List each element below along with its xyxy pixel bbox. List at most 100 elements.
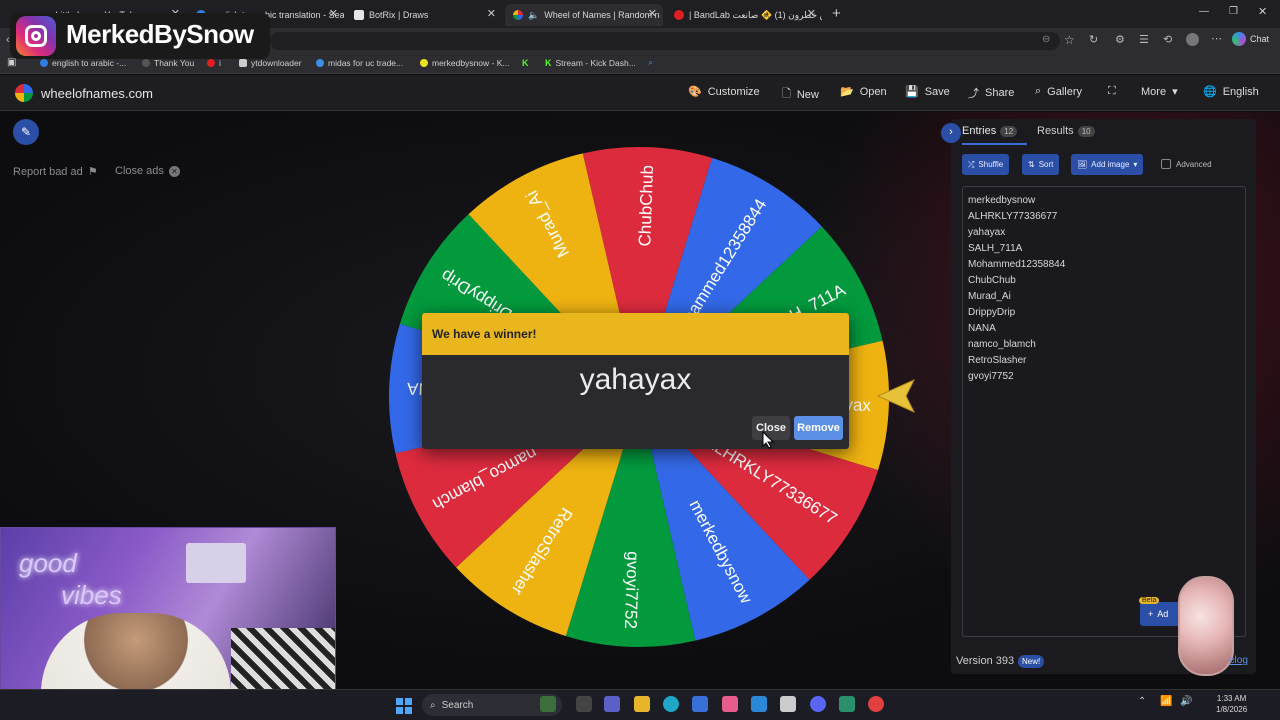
bookmark-favicon [239,59,247,67]
site-logo[interactable]: wheelofnames.com [15,84,153,102]
url-input[interactable] [270,32,1060,50]
globe-icon: 🌐 [1203,86,1217,98]
advanced-checkbox[interactable] [1161,159,1171,169]
favorites-icon[interactable]: ☰ [1139,33,1149,46]
minimize-icon[interactable]: — [1199,6,1209,17]
plus-icon: + [1148,609,1154,619]
save-icon: 💾 [905,86,919,98]
list-item: Mohammed12358844 [968,259,1066,270]
file-explorer-icon[interactable] [634,696,650,712]
collapse-panel-button[interactable]: › [941,123,961,143]
restore-icon[interactable]: ❐ [1229,6,1238,17]
close-circle-icon: ✕ [168,165,180,177]
nav-save[interactable]: 💾 Save [905,85,950,99]
network-icon[interactable]: 📶 [1160,696,1172,707]
star-icon[interactable]: ☆ [1064,33,1075,47]
list-item: gvoyi7752 [968,371,1014,382]
copilot-taskbar-icon[interactable] [751,696,767,712]
fullscreen-icon: ⛶ [1108,85,1116,97]
bookmark-item[interactable]: i [207,58,221,68]
edit-button[interactable]: ✎ [13,119,39,145]
new-file-icon: 🗋 [782,88,791,100]
bookmark-item[interactable]: K [522,58,533,68]
close-icon[interactable]: ✕ [329,7,338,20]
site-name: wheelofnames.com [41,85,153,101]
version-text: Version 393 [956,655,1015,667]
tab-wheel-of-names[interactable]: 🔈 Wheel of Names | Random n ✕ [505,4,663,26]
copilot-icon [1232,32,1246,46]
notepad-icon[interactable] [839,696,855,712]
nav-share[interactable]: ⤴ Share [968,85,1014,101]
bandlab-icon [674,10,684,20]
neon-sign-vibes: vibes [61,580,122,610]
close-window-icon[interactable]: ✕ [1258,5,1267,18]
reader-icon[interactable]: ⊖ [1042,34,1050,45]
taskbar-app-icon[interactable] [780,696,796,712]
neon-sign-good: good [19,548,77,578]
instagram-icon [16,16,56,56]
add-image-button[interactable]: 🖼 Add image ▾ [1071,154,1144,175]
nav-customize[interactable]: 🎨 Customize [688,85,760,99]
taskbar-app-icon[interactable] [868,696,884,712]
instagram-handle: MerkedBySnow [66,19,254,49]
chat-label: Chat [1250,34,1270,44]
dialog-title: We have a winner! [422,313,849,355]
discord-icon[interactable] [810,696,826,712]
fullscreen-button[interactable]: ⛶ [1108,85,1116,98]
taskbar-app-icon[interactable] [722,696,738,712]
store-icon[interactable] [692,696,708,712]
close-icon[interactable]: ✕ [487,7,496,20]
bookmark-item[interactable]: english to arabic -... [40,58,126,68]
bookmark-item[interactable]: midas for uc trade... [316,58,403,68]
teams-icon[interactable] [604,696,620,712]
windows-start-icon[interactable] [396,698,412,714]
profile-avatar[interactable] [1186,33,1199,46]
nav-language[interactable]: 🌐 English [1203,85,1259,99]
bookmark-item[interactable]: Thank You [142,58,194,68]
tab-bandlab[interactable]: | BandLab نحن خطرون (1) 🚸 صانعت ✕ [666,4,822,26]
advanced-toggle[interactable]: Advanced [1161,159,1212,169]
winner-dialog: We have a winner! yahayax Close Remove [422,313,849,449]
close-ads-link[interactable]: Close ads ✕ [115,165,180,177]
nav-new[interactable]: 🗋 New [782,85,819,104]
tab-botrix[interactable]: BotRix | Draws ✕ [346,4,502,26]
menu-dots-icon[interactable]: ⋯ [1211,32,1222,45]
taskbar-app-icon[interactable] [540,696,556,712]
nav-open[interactable]: 📂 Open [840,85,887,99]
close-icon[interactable]: ✕ [648,7,657,20]
tray-chevron-icon[interactable]: ⌃ [1138,696,1146,707]
new-tab-button[interactable]: + [832,5,841,22]
bookmark-item[interactable]: ytdownloader [239,58,302,68]
task-view-icon[interactable] [576,696,592,712]
bookmark-favicon [142,59,150,67]
bookmark-item[interactable]: K Stream - Kick Dash... [545,58,636,68]
search-icon[interactable]: ⌕ [648,57,653,68]
list-item: SALH_711A [968,243,1023,254]
report-bad-ad-link[interactable]: Report bad ad ⚑ [13,165,98,179]
edge-icon[interactable] [663,696,679,712]
nav-gallery[interactable]: ⌕ Gallery [1035,85,1082,98]
sort-button[interactable]: ⇅ Sort [1022,154,1060,175]
shuffle-button[interactable]: ⤮ Shuffle [962,154,1010,175]
changelog-link[interactable]: elog [1229,655,1248,666]
close-icon[interactable]: ✕ [807,7,816,20]
tab-entries[interactable]: Entries 12 [962,125,1018,137]
wheel-pointer [876,378,916,414]
bookmark-item[interactable]: merkedbysnow - K... [420,58,509,68]
clock[interactable]: 1:33 AM 1/8/2026 [1216,693,1247,715]
list-item: DrippyDrip [968,307,1016,318]
extensions-icon[interactable]: ⚙ [1115,33,1125,46]
tab-label: Wheel of Names | Random n [544,10,660,20]
botrix-icon [354,10,364,20]
zebra-blanket-image [231,628,335,689]
list-item: ALHRKLY77336677 [968,211,1058,222]
chat-button[interactable]: Chat [1232,32,1269,46]
refresh-icon[interactable]: ↻ [1089,33,1098,46]
nav-more[interactable]: More ▾ [1141,85,1178,99]
tab-results[interactable]: Results 10 [1037,125,1095,137]
share-icon: ⤴ [968,88,979,100]
volume-icon[interactable]: 🔊 [1180,696,1192,707]
remove-button[interactable]: Remove [794,416,843,440]
history-icon[interactable]: ⟲ [1163,33,1172,46]
speaker-icon: 🔈 [528,9,540,20]
